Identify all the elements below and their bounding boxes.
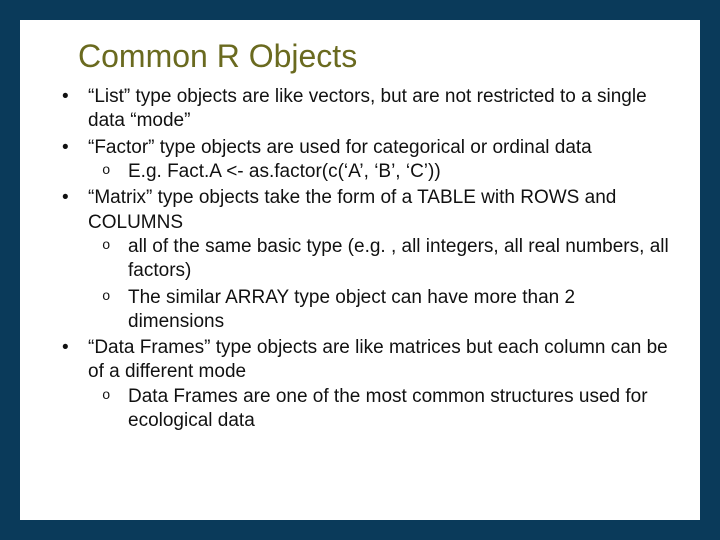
sub-list: all of the same basic type (e.g. , all i… [88, 235, 672, 334]
bullet-item: “Factor” type objects are used for categ… [48, 136, 672, 185]
bullet-item: “Data Frames” type objects are like matr… [48, 336, 672, 433]
slide: Common R Objects “List” type objects are… [20, 20, 700, 520]
bullet-list: “List” type objects are like vectors, bu… [48, 85, 672, 433]
sub-list: Data Frames are one of the most common s… [88, 385, 672, 434]
bullet-text: “Data Frames” type objects are like matr… [88, 337, 668, 382]
slide-title: Common R Objects [78, 38, 672, 75]
bullet-item: “Matrix” type objects take the form of a… [48, 186, 672, 334]
bullet-text: “List” type objects are like vectors, bu… [88, 86, 647, 131]
sub-text: Data Frames are one of the most common s… [128, 386, 648, 431]
sub-text: all of the same basic type (e.g. , all i… [128, 236, 669, 281]
bullet-text: “Factor” type objects are used for categ… [88, 137, 592, 158]
bullet-text: “Matrix” type objects take the form of a… [88, 187, 616, 232]
sub-list: E.g. Fact.A <- as.factor(c(‘A’, ‘B’, ‘C’… [88, 160, 672, 184]
sub-item: all of the same basic type (e.g. , all i… [88, 235, 672, 284]
sub-text: The similar ARRAY type object can have m… [128, 287, 575, 332]
sub-text: E.g. Fact.A <- as.factor(c(‘A’, ‘B’, ‘C’… [128, 161, 441, 182]
sub-item: Data Frames are one of the most common s… [88, 385, 672, 434]
sub-item: The similar ARRAY type object can have m… [88, 286, 672, 335]
bullet-item: “List” type objects are like vectors, bu… [48, 85, 672, 134]
sub-item: E.g. Fact.A <- as.factor(c(‘A’, ‘B’, ‘C’… [88, 160, 672, 184]
